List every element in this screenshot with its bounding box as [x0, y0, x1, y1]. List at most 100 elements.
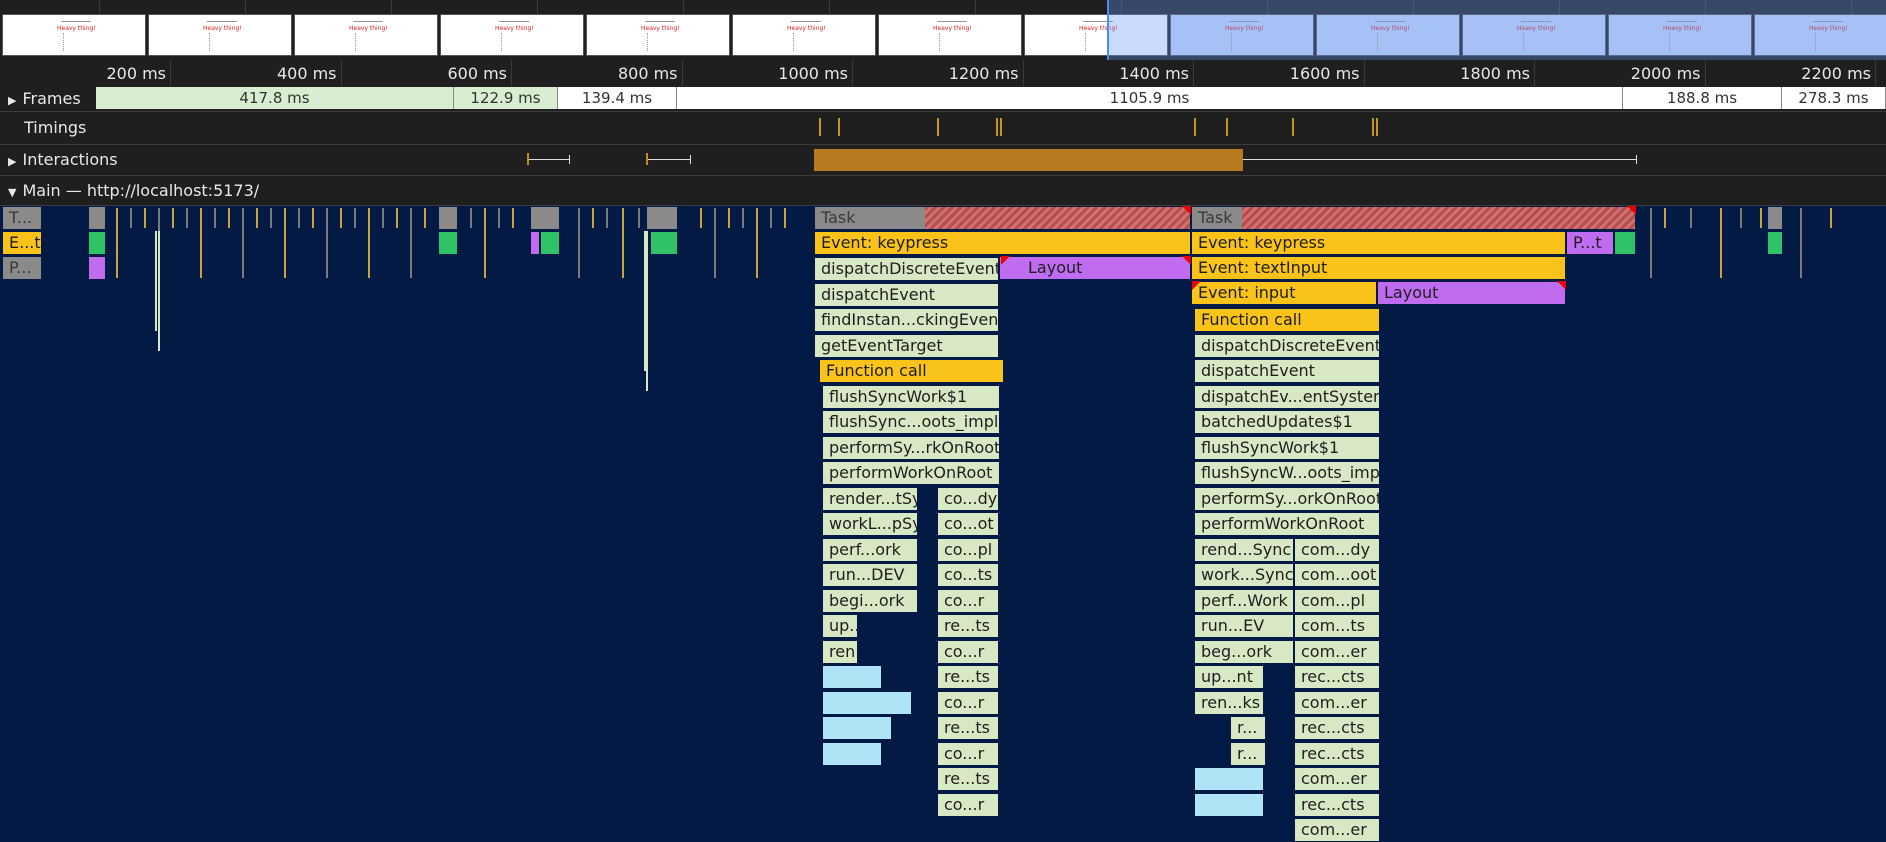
flame-call-block[interactable]: run...DEV: [822, 563, 918, 587]
activity-sliver[interactable]: [172, 208, 174, 228]
flame-call-block[interactable]: com...ts: [1294, 614, 1380, 638]
layout-block[interactable]: [88, 256, 106, 280]
frame-bar[interactable]: 139.4 ms: [558, 87, 677, 109]
timing-marker[interactable]: [838, 118, 840, 136]
activity-sliver[interactable]: [396, 208, 398, 228]
activity-sliver[interactable]: [512, 208, 514, 228]
activity-sliver[interactable]: [186, 208, 188, 228]
expand-arrow-icon[interactable]: ▶: [8, 94, 16, 107]
flame-call-block[interactable]: dispatchDiscreteEvent: [1194, 333, 1380, 358]
long-task-block[interactable]: Task: [1191, 206, 1636, 230]
activity-sliver[interactable]: [155, 231, 157, 331]
activity-sliver[interactable]: [130, 208, 132, 228]
flame-call-block[interactable]: flushSyncW...oots_impl: [1194, 461, 1380, 485]
task-block[interactable]: [438, 206, 458, 230]
activity-sliver[interactable]: [1740, 208, 1742, 228]
flame-call-block[interactable]: performSy...rkOnRoot: [822, 435, 1000, 460]
task-block[interactable]: [1767, 206, 1783, 230]
activity-sliver[interactable]: [284, 208, 286, 278]
flame-call-block[interactable]: [822, 716, 892, 740]
activity-sliver[interactable]: [498, 208, 500, 228]
activity-sliver[interactable]: [1800, 208, 1802, 278]
flame-call-block[interactable]: rec...cts: [1294, 665, 1380, 689]
event-block[interactable]: E...t: [2, 231, 42, 255]
flame-call-block[interactable]: perf...Work: [1194, 588, 1294, 613]
frame-bar[interactable]: 1105.9 ms: [677, 87, 1623, 109]
activity-sliver[interactable]: [622, 208, 624, 278]
filmstrip-thumbnail[interactable]: Heavy thing!: [294, 14, 438, 56]
activity-sliver[interactable]: [742, 208, 744, 228]
timeline-selection[interactable]: [1107, 0, 1886, 60]
activity-sliver[interactable]: [368, 208, 370, 278]
flame-call-block[interactable]: performSy...orkOnRoot: [1194, 486, 1380, 511]
filmstrip-thumbnail[interactable]: Heavy thing!: [440, 14, 584, 56]
activity-sliver[interactable]: [578, 208, 580, 278]
layout-block[interactable]: [530, 231, 540, 255]
paint-block[interactable]: [88, 231, 106, 255]
flame-call-block[interactable]: dispatchEvent: [1194, 359, 1380, 383]
flame-call-block[interactable]: dispatchDiscreteEvent: [814, 257, 999, 281]
timing-marker[interactable]: [1372, 118, 1374, 136]
activity-sliver[interactable]: [1690, 208, 1692, 228]
interaction-keypress-bar[interactable]: [814, 149, 1243, 171]
flame-call-block[interactable]: rec...cts: [1294, 792, 1380, 817]
filmstrip-thumbnail[interactable]: Heavy thing!: [148, 14, 292, 56]
flame-call-block[interactable]: render...tSync: [822, 486, 918, 511]
activity-sliver[interactable]: [214, 208, 216, 228]
paint-block[interactable]: [650, 231, 678, 255]
flame-call-block[interactable]: com...er: [1294, 690, 1380, 715]
activity-sliver[interactable]: [312, 208, 314, 228]
activity-sliver[interactable]: [340, 208, 342, 228]
flame-call-block[interactable]: beg...ork: [1194, 639, 1294, 664]
activity-sliver[interactable]: [1664, 208, 1666, 228]
interaction-whisker[interactable]: [1243, 159, 1636, 160]
paint-block[interactable]: P...: [2, 256, 42, 280]
flame-call-block[interactable]: co...ts: [937, 563, 999, 587]
activity-sliver[interactable]: [382, 208, 384, 228]
activity-sliver[interactable]: [784, 208, 786, 228]
activity-sliver[interactable]: [200, 208, 202, 278]
flame-call-block[interactable]: up...nt: [822, 614, 858, 638]
flame-call-block[interactable]: co...r: [937, 588, 999, 613]
flame-call-block[interactable]: work...Sync: [1194, 563, 1294, 587]
flame-call-block[interactable]: co...r: [937, 792, 999, 817]
flame-call-block[interactable]: Function call: [1194, 308, 1380, 332]
flame-call-block[interactable]: com...dy: [1294, 537, 1380, 562]
flame-call-block[interactable]: performWorkOnRoot: [1194, 512, 1380, 536]
task-block[interactable]: [646, 206, 678, 230]
flame-call-block[interactable]: [822, 665, 882, 689]
filmstrip-thumbnail[interactable]: Heavy thing!: [586, 14, 730, 56]
task-block[interactable]: [530, 206, 560, 230]
flame-call-block[interactable]: com...er: [1294, 639, 1380, 664]
flame-call-block[interactable]: dispatchEvent: [814, 282, 999, 307]
activity-sliver[interactable]: [298, 208, 300, 228]
activity-sliver[interactable]: [606, 208, 608, 228]
activity-sliver[interactable]: [770, 208, 772, 228]
activity-sliver[interactable]: [116, 208, 118, 278]
flame-call-block[interactable]: co...dy: [937, 486, 999, 511]
frames-track[interactable]: ▶ Frames 417.8 ms 122.9 ms 139.4 ms 1105.…: [0, 86, 1886, 112]
activity-sliver[interactable]: [728, 208, 730, 228]
composite-block[interactable]: [1614, 231, 1636, 255]
flame-call-block[interactable]: flushSync...oots_impl: [822, 410, 1000, 434]
activity-sliver[interactable]: [144, 208, 146, 228]
frame-bar[interactable]: 417.8 ms: [96, 87, 454, 109]
interaction-whisker[interactable]: [648, 159, 690, 160]
paint-block[interactable]: P...t: [1566, 231, 1614, 255]
activity-sliver[interactable]: [326, 208, 328, 278]
flame-call-block[interactable]: rec...cts: [1294, 741, 1380, 766]
collapse-arrow-icon[interactable]: ▼: [8, 186, 16, 199]
interactions-track-label[interactable]: ▶ Interactions: [8, 150, 118, 169]
task-block[interactable]: T...: [2, 206, 42, 230]
flame-call-block[interactable]: re...ts: [937, 614, 999, 638]
flame-call-block[interactable]: re...ts: [937, 716, 999, 740]
flame-call-block[interactable]: [1194, 792, 1264, 817]
main-track-header[interactable]: ▼ Main — http://localhost:5173/: [0, 176, 1886, 206]
flame-call-block[interactable]: Function call: [819, 359, 1004, 383]
activity-sliver[interactable]: [1650, 208, 1652, 278]
flame-call-block[interactable]: r...: [1230, 741, 1266, 766]
expand-arrow-icon[interactable]: ▶: [8, 155, 16, 168]
frames-track-label[interactable]: ▶ Frames: [8, 89, 81, 108]
timing-marker[interactable]: [819, 118, 821, 136]
flame-call-block[interactable]: re...ts: [937, 767, 999, 791]
